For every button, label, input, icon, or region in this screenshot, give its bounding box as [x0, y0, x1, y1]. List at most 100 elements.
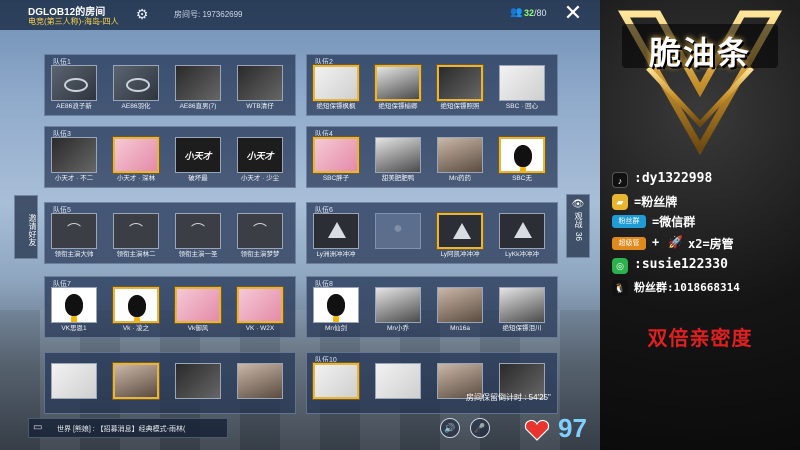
player-avatar[interactable]	[437, 65, 483, 101]
gear-icon[interactable]: ⚙	[134, 6, 150, 22]
player-slot[interactable]: WTB清仔	[235, 65, 285, 115]
team-panel: 队伍7 VK思恩1 Vk · 凌之 Vk御风 VK · W2X	[44, 276, 296, 338]
microphone-icon[interactable]: 🎤	[470, 418, 490, 438]
player-slot[interactable]: 小天才 · 不二	[49, 137, 99, 187]
player-avatar[interactable]	[375, 287, 421, 323]
player-slot[interactable]: 领衔主演梦梦	[235, 213, 285, 263]
player-slot[interactable]: 领衔主演林二	[111, 213, 161, 263]
player-slot[interactable]	[435, 363, 485, 413]
player-slot[interactable]: 小天才 破坏最	[173, 137, 223, 187]
player-avatar[interactable]: 小天才	[175, 137, 221, 173]
player-avatar[interactable]	[113, 287, 159, 323]
player-slot[interactable]: Vk · 凌之	[111, 287, 161, 337]
player-slot[interactable]: SBC胖子	[311, 137, 361, 187]
wechat-row: ◎ :susie122330	[612, 256, 798, 276]
player-avatar[interactable]	[437, 213, 483, 249]
wechat-group-text: =微信群	[652, 215, 696, 229]
player-name: SBC · 回心	[505, 103, 539, 110]
heart-icon	[524, 419, 550, 441]
player-avatar[interactable]	[375, 137, 421, 173]
player-avatar[interactable]	[51, 287, 97, 323]
player-avatar[interactable]	[51, 213, 97, 249]
invite-friends-button[interactable]: 邀请好友	[14, 195, 38, 259]
player-avatar[interactable]	[375, 65, 421, 101]
player-slot[interactable]	[497, 363, 547, 413]
player-avatar[interactable]	[113, 213, 159, 249]
player-name: 领衔主演一圣	[178, 251, 218, 258]
player-avatar[interactable]	[499, 137, 545, 173]
player-avatar[interactable]	[51, 137, 97, 173]
player-avatar[interactable]	[313, 287, 359, 323]
close-icon[interactable]: ✕	[562, 2, 584, 24]
player-slot[interactable]: LyKk冲冲冲	[497, 213, 547, 263]
player-avatar[interactable]	[313, 137, 359, 173]
player-avatar[interactable]	[499, 287, 545, 323]
player-avatar[interactable]	[175, 287, 221, 323]
player-slot[interactable]	[311, 363, 361, 413]
speaker-icon[interactable]: 🔊	[440, 418, 460, 438]
player-avatar[interactable]	[313, 65, 359, 101]
player-slot[interactable]	[49, 363, 99, 413]
player-avatar[interactable]	[175, 363, 221, 399]
spectate-button[interactable]: 👁 观战 36	[566, 194, 590, 258]
player-slot[interactable]	[173, 363, 223, 413]
player-avatar[interactable]	[51, 363, 97, 399]
fans-badge-text: =粉丝牌	[634, 195, 678, 209]
player-slot[interactable]: Ly阿凯冲冲冲	[435, 213, 485, 263]
player-slot[interactable]: Mn16a	[435, 287, 485, 337]
chat-bar[interactable]: ▭ 世界 [熊娘] : 【招募消息】经典模式-雨林(	[28, 418, 228, 438]
player-avatar[interactable]	[113, 363, 159, 399]
player-slot[interactable]	[235, 363, 285, 413]
spectate-count: 36	[574, 232, 583, 241]
player-avatar[interactable]	[175, 213, 221, 249]
player-avatar[interactable]	[237, 287, 283, 323]
player-slot[interactable]: Ly洲洲冲冲冲	[311, 213, 361, 263]
player-slot[interactable]: 绝短保镖泪川	[497, 287, 547, 337]
player-avatar[interactable]	[375, 363, 421, 399]
player-name: VK · W2X	[245, 325, 275, 332]
player-slot[interactable]: SBC · 回心	[497, 65, 547, 115]
player-slot[interactable]: AE86浪子新	[49, 65, 99, 115]
empty-slot-person-icon[interactable]	[375, 213, 421, 249]
player-avatar[interactable]	[113, 65, 159, 101]
super-manager-badge: 超级管	[612, 237, 646, 250]
player-avatar[interactable]	[237, 213, 283, 249]
game-screen: DGLOB12的房间 电竞(第三人称)-海岛-四人 ⚙ 房间号: 1973626…	[0, 0, 600, 450]
player-slot[interactable]: SBC无	[497, 137, 547, 187]
player-slot[interactable]: Mn小乔	[373, 287, 423, 337]
player-avatar[interactable]	[113, 137, 159, 173]
streamer-overlay-panel: 脆油条 ♪ :dy1322998 ▰ =粉丝牌 粉丝群 =微信群 超级管 + 🚀…	[600, 0, 800, 450]
player-avatar[interactable]: 小天才	[237, 137, 283, 173]
player-slot[interactable]: 绝短保镖枫枫	[311, 65, 361, 115]
player-slot[interactable]: Mn仙剑	[311, 287, 361, 337]
player-avatar[interactable]	[237, 363, 283, 399]
player-slot[interactable]: VK思恩1	[49, 287, 99, 337]
player-avatar[interactable]	[499, 65, 545, 101]
player-slot[interactable]: Vk御风	[173, 287, 223, 337]
player-slot[interactable]: 绝短保镖榆卿	[373, 65, 423, 115]
player-slot[interactable]: VK · W2X	[235, 287, 285, 337]
player-avatar[interactable]	[499, 213, 545, 249]
player-slot[interactable]: AE86羽化	[111, 65, 161, 115]
player-slot[interactable]	[373, 213, 423, 263]
player-slot[interactable]: 领衔主演一圣	[173, 213, 223, 263]
player-slot[interactable]: Mn药药	[435, 137, 485, 187]
player-avatar[interactable]	[237, 65, 283, 101]
player-slot[interactable]: 小天才 · 深林	[111, 137, 161, 187]
player-slot[interactable]	[111, 363, 161, 413]
spectate-label: 观战	[574, 212, 583, 228]
player-slot[interactable]: 绝短保镖照照	[435, 65, 485, 115]
player-slot[interactable]: 甜美肥肥鸭	[373, 137, 423, 187]
player-avatar[interactable]	[437, 287, 483, 323]
player-slot[interactable]: 小天才 小天才 · 少尘	[235, 137, 285, 187]
player-avatar[interactable]	[313, 363, 359, 399]
player-slot[interactable]: 领衔主演大帅	[49, 213, 99, 263]
player-slot[interactable]	[373, 363, 423, 413]
player-name: 破坏最	[188, 175, 208, 182]
player-avatar[interactable]	[437, 137, 483, 173]
player-avatar[interactable]	[313, 213, 359, 249]
chat-icon[interactable]: ▭	[33, 422, 47, 434]
player-avatar[interactable]	[51, 65, 97, 101]
player-avatar[interactable]	[175, 65, 221, 101]
player-slot[interactable]: AE86直男(7)	[173, 65, 223, 115]
